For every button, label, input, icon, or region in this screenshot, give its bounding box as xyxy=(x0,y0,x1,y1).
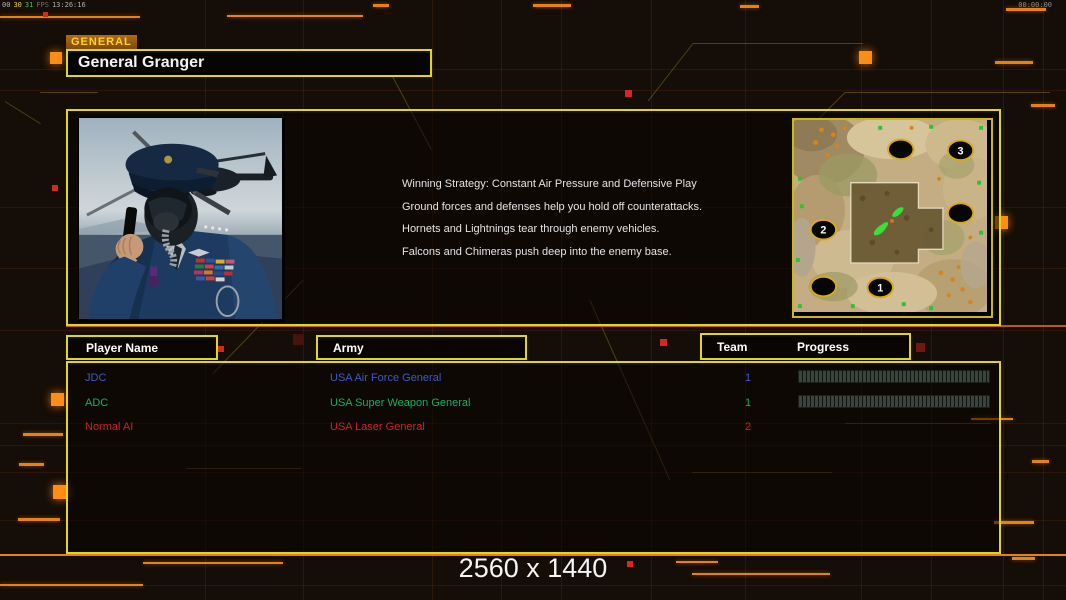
general-title-box: General Granger xyxy=(66,49,432,77)
accent-dash xyxy=(1031,104,1055,107)
fps-stats-overlay: 00 30 31 FPS 13:26:16 xyxy=(2,1,89,9)
load-progress-bar xyxy=(798,370,990,383)
player-row: ADC USA Super Weapon General 1 xyxy=(68,394,999,416)
circuit-trace xyxy=(845,92,1050,93)
accent-dash xyxy=(373,4,389,7)
general-portrait xyxy=(78,117,285,322)
player-list-panel: JDC USA Air Force General 1 ADC USA Supe… xyxy=(66,361,1001,554)
load-progress-bar xyxy=(798,395,990,408)
accent-dash xyxy=(533,4,571,7)
resolution-label: 2560 x 1440 xyxy=(458,553,608,583)
column-label: Progress xyxy=(797,339,850,354)
column-label: Army xyxy=(333,340,364,355)
accent-square-orange xyxy=(50,52,62,64)
minimap-art: 1 2 3 xyxy=(794,120,987,312)
loading-screen: 00 30 31 FPS 13:26:16 00:00:00 GENERAL Gener… xyxy=(0,0,1066,600)
stat-token: 00 xyxy=(2,1,11,9)
grid-line-horizontal xyxy=(0,330,1066,331)
accent-square-red xyxy=(916,343,925,352)
start-position-marker: 1 xyxy=(877,282,883,294)
player-name: JDC xyxy=(85,372,107,384)
circuit-trace xyxy=(4,101,41,125)
player-name-header: Player Name xyxy=(66,335,218,360)
session-timer: 00:00:00 xyxy=(1018,1,1052,9)
player-name: Normal AI xyxy=(85,421,134,433)
page-title: General Granger xyxy=(78,54,205,71)
general-info-panel: Winning Strategy: Constant Air Pressure … xyxy=(66,109,1001,326)
briefing-line: Winning Strategy: Constant Air Pressure … xyxy=(402,178,697,190)
portrait-art xyxy=(79,118,282,319)
stat-token: 30 xyxy=(13,1,22,9)
accent-square-orange xyxy=(53,485,67,499)
briefing-line: Falcons and Chimeras push deep into the … xyxy=(402,245,672,258)
accent-dash xyxy=(19,463,44,466)
accent-dash xyxy=(1032,460,1049,463)
accent-square-orange xyxy=(51,393,64,406)
team-progress-header: Team Progress xyxy=(700,333,911,360)
start-position-marker: 3 xyxy=(958,145,964,157)
accent-square-red xyxy=(293,334,304,345)
start-position-marker: 2 xyxy=(820,225,826,237)
accent-dash xyxy=(227,15,363,17)
column-label: Team xyxy=(717,339,748,354)
column-label: Player Name xyxy=(86,340,159,355)
briefing-line: Ground forces and defenses help you hold… xyxy=(402,200,703,213)
accent-dash xyxy=(740,5,759,8)
grid-line-horizontal xyxy=(0,90,1066,91)
map-preview: 1 2 3 xyxy=(792,118,993,318)
circuit-trace xyxy=(647,43,694,102)
accent-dash xyxy=(0,584,143,586)
stat-token: 31 xyxy=(24,1,34,9)
stat-token: FPS xyxy=(36,1,49,9)
player-row: JDC USA Air Force General 1 xyxy=(68,369,999,391)
briefing-line: Hornets and Lightnings tear through enem… xyxy=(402,223,660,236)
strategy-briefing: Winning Strategy: Constant Air Pressure … xyxy=(402,173,702,263)
player-team: 1 xyxy=(744,372,752,384)
accent-square-red xyxy=(218,346,224,352)
player-army: USA Super Weapon General xyxy=(330,397,471,409)
player-army: USA Air Force General xyxy=(330,372,442,384)
player-army: USA Laser General xyxy=(330,421,425,433)
accent-square-red xyxy=(660,339,667,346)
stat-token: 13:26:16 xyxy=(51,1,86,9)
player-team: 1 xyxy=(744,397,752,409)
grid-line-horizontal xyxy=(0,585,1066,586)
accent-square-red xyxy=(43,12,48,17)
player-team: 2 xyxy=(744,421,752,433)
accent-dash xyxy=(18,518,60,521)
circuit-trace xyxy=(693,43,863,44)
accent-square-red xyxy=(52,185,58,191)
army-header: Army xyxy=(316,335,527,360)
accent-dash xyxy=(0,16,140,18)
circuit-trace xyxy=(40,92,98,93)
accent-square-red xyxy=(625,90,632,97)
general-tab-label: GENERAL xyxy=(66,35,137,49)
accent-square-orange xyxy=(859,51,872,64)
player-row: Normal AI USA Laser General 2 xyxy=(68,418,999,440)
accent-dash xyxy=(23,433,63,436)
accent-dash xyxy=(995,61,1033,64)
player-name: ADC xyxy=(85,397,109,409)
